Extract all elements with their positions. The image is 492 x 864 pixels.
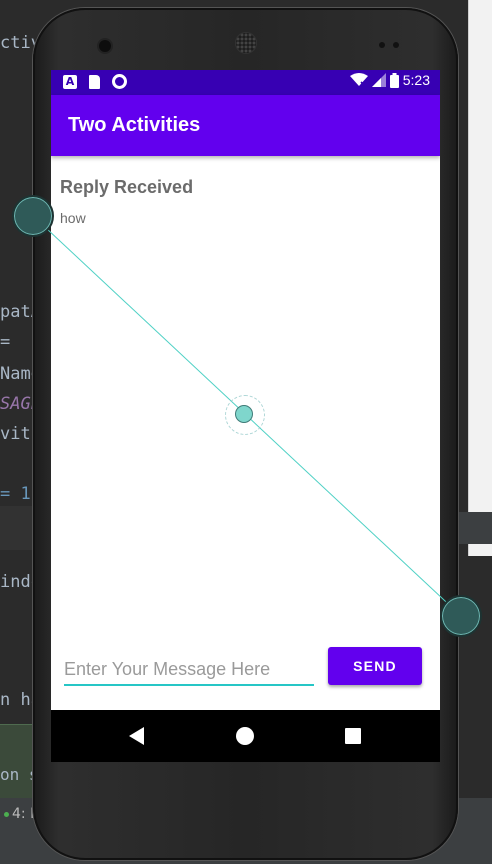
sensor-icon [379,42,385,48]
run-status-icon [4,811,9,817]
home-icon[interactable] [236,727,254,745]
app-title: Two Activities [68,114,201,136]
speaker-grille-icon [235,32,257,54]
reply-message: how [60,210,86,226]
code-line: = [0,332,11,352]
android-status-bar: A 5:23 [51,70,440,95]
android-nav-bar [51,710,440,762]
recents-icon[interactable] [345,728,361,744]
status-time: 5:23 [402,72,430,88]
reply-header: Reply Received [60,177,194,197]
ide-right-panel [468,0,492,556]
ide-right-gutter [458,512,492,544]
sync-circle-icon [112,74,127,89]
sd-card-icon [89,74,100,89]
front-camera-icon [97,38,113,54]
resize-handle-top-left[interactable] [12,195,54,237]
code-line: = 1 [0,484,31,504]
battery-icon [389,72,399,88]
send-button[interactable]: SEND [328,647,422,685]
rotate-center-handle[interactable] [235,405,253,423]
a-notification-icon: A [63,74,77,89]
wifi-icon [349,73,368,87]
app-bar: Two Activities [51,95,440,156]
message-input[interactable] [64,654,314,686]
sensor-icon [393,42,399,48]
back-icon[interactable] [129,727,144,745]
resize-handle-bottom-right[interactable] [440,595,482,637]
signal-icon [371,73,386,87]
